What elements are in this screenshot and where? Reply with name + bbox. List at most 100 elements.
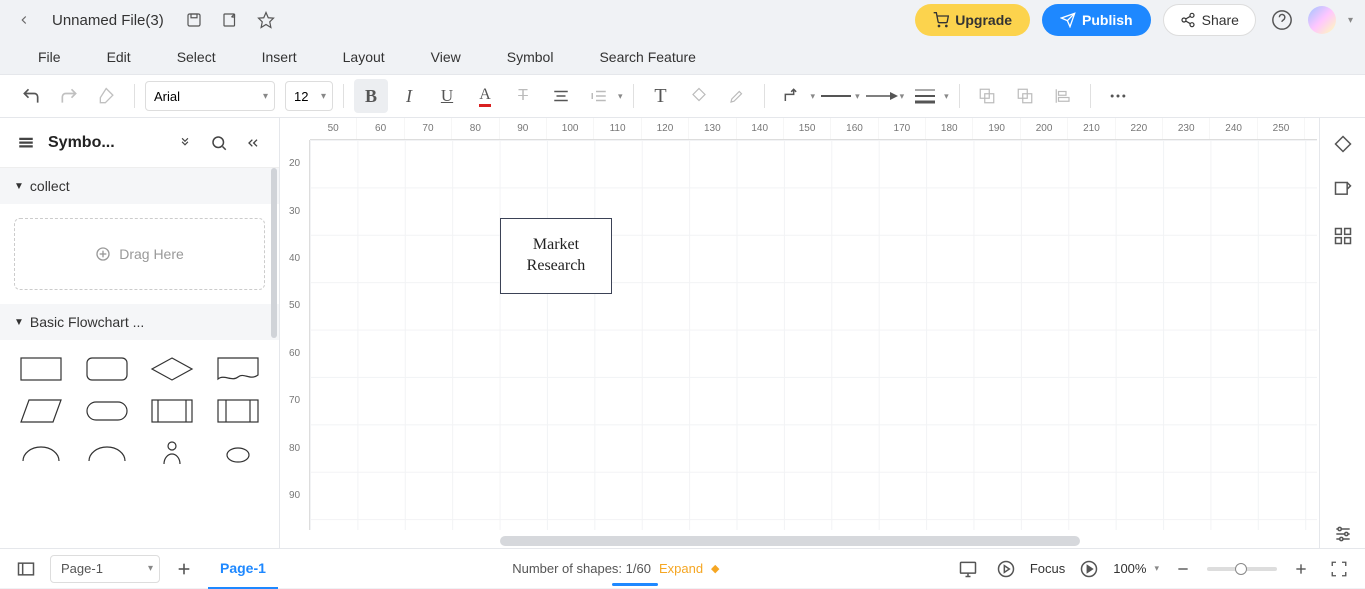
ruler-tick: 120 [642, 118, 689, 139]
fill-button[interactable] [682, 79, 716, 113]
avatar[interactable] [1308, 6, 1336, 34]
target-icon[interactable] [992, 555, 1020, 583]
strikethrough-button[interactable]: T [506, 79, 540, 113]
zoom-out-button[interactable] [1169, 555, 1197, 583]
add-page-button[interactable] [170, 555, 198, 583]
line-spacing-button[interactable] [582, 79, 616, 113]
publish-button[interactable]: Publish [1042, 4, 1151, 36]
align-objects-button[interactable] [1046, 79, 1080, 113]
redo-button[interactable] [52, 79, 86, 113]
back-button[interactable] [12, 8, 36, 32]
shape-market-research[interactable]: Market Research [500, 218, 612, 294]
format-painter-button[interactable] [90, 79, 124, 113]
line-style-button[interactable] [819, 79, 853, 113]
menu-layout[interactable]: Layout [325, 45, 403, 69]
menu-insert[interactable]: Insert [244, 45, 315, 69]
outline-icon[interactable] [12, 555, 40, 583]
line-weight-button[interactable] [908, 79, 942, 113]
avatar-caret-icon[interactable]: ▾ [1348, 15, 1353, 26]
fill-panel-icon[interactable] [1329, 130, 1357, 158]
bold-button[interactable]: B [354, 79, 388, 113]
save-icon[interactable] [180, 6, 208, 34]
play-icon[interactable] [1075, 555, 1103, 583]
shape-arc2[interactable] [78, 436, 136, 470]
share-button[interactable]: Share [1163, 4, 1256, 36]
search-icon[interactable] [207, 131, 231, 155]
menu-file[interactable]: File [20, 45, 79, 69]
help-icon[interactable] [1268, 6, 1296, 34]
undo-button[interactable] [14, 79, 48, 113]
shape-rounded-rect[interactable] [78, 352, 136, 386]
shape-predefined[interactable] [144, 394, 202, 428]
shape-document[interactable] [209, 352, 267, 386]
horizontal-scrollbar[interactable] [500, 536, 1080, 546]
font-select[interactable]: Arial▾ [145, 81, 275, 111]
ruler-tick: 210 [1068, 118, 1115, 139]
expand-link[interactable]: Expand [659, 561, 703, 576]
shape-export-icon[interactable] [1329, 176, 1357, 204]
shape-parallelogram[interactable] [12, 394, 70, 428]
shape-manual[interactable] [144, 436, 202, 470]
caret-icon[interactable]: ▾ [811, 91, 816, 102]
separator [1090, 84, 1091, 108]
shape-arc[interactable] [12, 436, 70, 470]
page-select[interactable]: Page-1▾ [50, 555, 160, 583]
shape-rectangle[interactable] [12, 352, 70, 386]
caret-icon[interactable]: ▾ [900, 91, 905, 102]
menu-select[interactable]: Select [159, 45, 234, 69]
zoom-value[interactable]: 100% [1113, 561, 1146, 576]
ruler-tick: 150 [784, 118, 831, 139]
underline-button[interactable]: U [430, 79, 464, 113]
symbols-panel: Symbo... ▼collect Drag Here ▼Basic Flowc… [0, 118, 280, 548]
presentation-icon[interactable] [954, 555, 982, 583]
drag-here-area[interactable]: Drag Here [14, 218, 265, 290]
connector-button[interactable] [775, 79, 809, 113]
upgrade-button[interactable]: Upgrade [915, 4, 1030, 36]
highlight-button[interactable] [720, 79, 754, 113]
menu-edit[interactable]: Edit [89, 45, 149, 69]
ruler-tick: 190 [973, 118, 1020, 139]
ruler-tick: 70 [280, 377, 309, 424]
section-collect[interactable]: ▼collect [0, 168, 279, 204]
arrow-style-button[interactable] [864, 79, 898, 113]
focus-label[interactable]: Focus [1030, 561, 1065, 576]
shape-stored-data[interactable] [209, 394, 267, 428]
grid[interactable]: Market Research [310, 140, 1317, 530]
shape-terminator[interactable] [78, 394, 136, 428]
text-tool-button[interactable]: T [644, 79, 678, 113]
font-color-button[interactable]: A [468, 79, 502, 113]
settings-list-icon[interactable] [1329, 520, 1357, 548]
menu-symbol[interactable]: Symbol [489, 45, 572, 69]
chevron-down-icon[interactable] [173, 131, 197, 155]
canvas[interactable]: 50 60 70 80 90 100 110 120 130 140 150 1… [280, 118, 1365, 548]
section-flowchart[interactable]: ▼Basic Flowchart ... [0, 304, 279, 340]
star-icon[interactable] [252, 6, 280, 34]
zoom-caret-icon[interactable]: ▾ [1154, 563, 1159, 574]
components-icon[interactable] [1329, 222, 1357, 250]
ruler-tick: 50 [310, 118, 357, 139]
menu-search-feature[interactable]: Search Feature [581, 45, 714, 69]
page-tab-active[interactable]: Page-1 [208, 549, 278, 589]
library-icon[interactable] [14, 131, 38, 155]
font-size-select[interactable]: 12▾ [285, 81, 333, 111]
caret-icon[interactable]: ▾ [855, 91, 860, 102]
zoom-slider[interactable] [1207, 567, 1277, 571]
ruler-tick: 160 [831, 118, 878, 139]
align-button[interactable] [544, 79, 578, 113]
upgrade-label: Upgrade [955, 12, 1012, 28]
panel-scrollbar[interactable] [271, 168, 277, 338]
caret-icon[interactable]: ▾ [944, 91, 949, 102]
export-icon[interactable] [216, 6, 244, 34]
caret-icon[interactable]: ▾ [618, 91, 623, 102]
shape-connector[interactable] [209, 436, 267, 470]
menu-view[interactable]: View [413, 45, 479, 69]
zoom-in-button[interactable] [1287, 555, 1315, 583]
collapse-icon[interactable] [241, 131, 265, 155]
back-button-layer[interactable] [1008, 79, 1042, 113]
italic-button[interactable]: I [392, 79, 426, 113]
front-button[interactable] [970, 79, 1004, 113]
fullscreen-icon[interactable] [1325, 555, 1353, 583]
expand-caret-icon[interactable]: ◆ [711, 562, 719, 575]
shape-diamond[interactable] [144, 352, 202, 386]
more-button[interactable] [1101, 79, 1135, 113]
